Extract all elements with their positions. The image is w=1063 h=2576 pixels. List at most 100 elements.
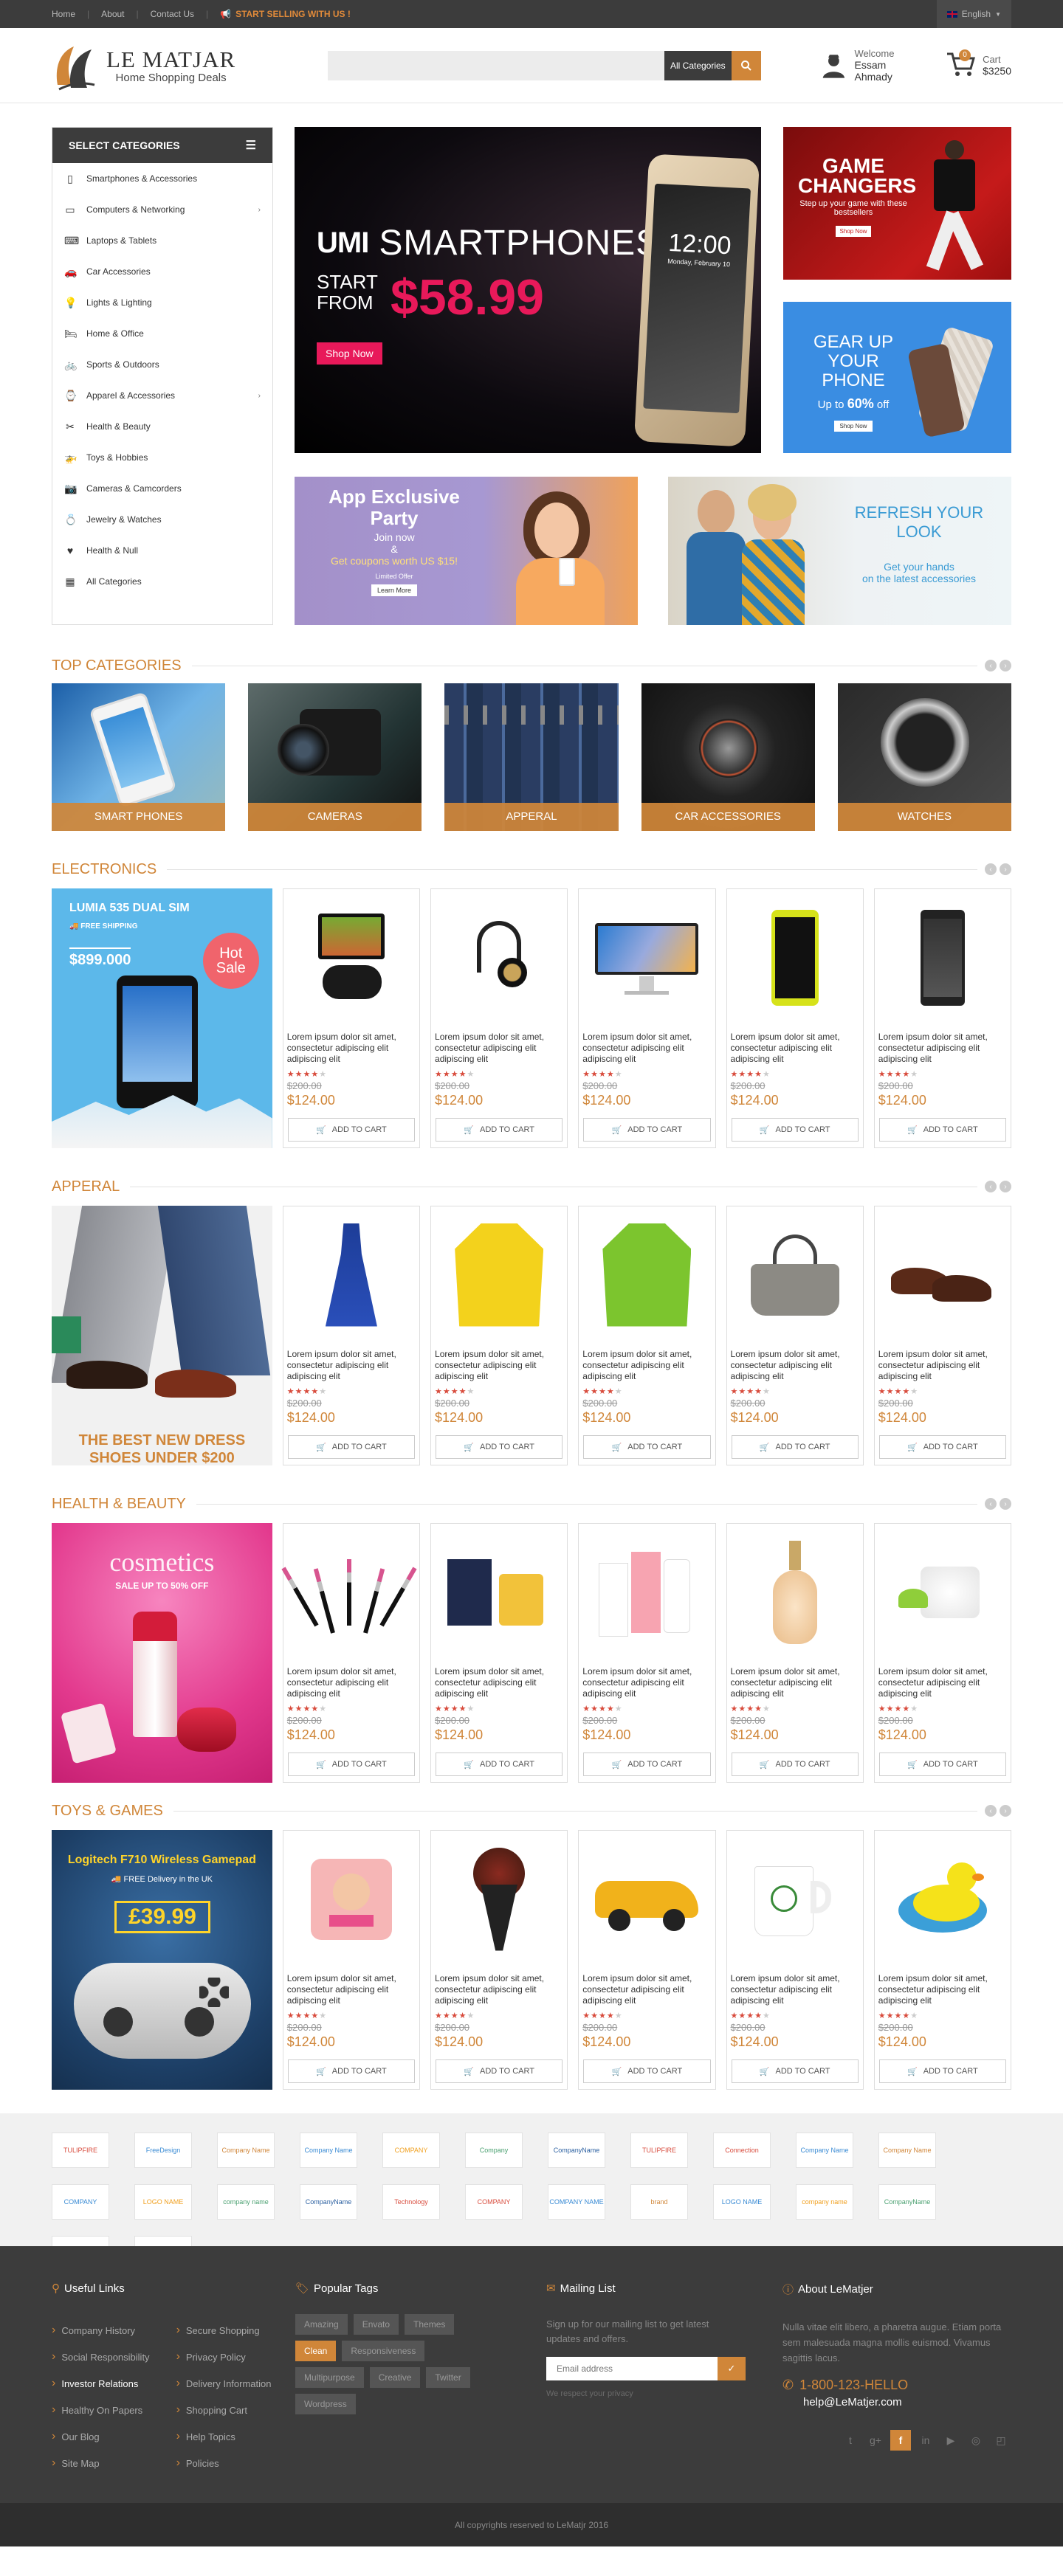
prev-arrow-icon[interactable]: ‹ (985, 863, 997, 875)
user-account[interactable]: Welcome Essam Ahmady (820, 48, 921, 83)
add-to-cart-button[interactable]: 🛒 ADD TO CART (287, 1435, 416, 1459)
product-card[interactable]: Lorem ipsum dolor sit amet, consectetur … (281, 1523, 421, 1783)
product-title[interactable]: Lorem ipsum dolor sit amet, consectetur … (727, 1973, 863, 2006)
tag-chip[interactable]: Twitter (426, 2367, 470, 2388)
tag-chip[interactable]: Wordpress (295, 2394, 356, 2414)
perfume-box-image[interactable] (431, 1524, 567, 1660)
sidebar-item[interactable]: ⌨ Laptops & Tablets (52, 225, 272, 256)
brand-logo[interactable]: CompanyName (548, 2133, 605, 2168)
add-to-cart-button[interactable]: 🛒 ADD TO CART (436, 1435, 563, 1459)
product-title[interactable]: Lorem ipsum dolor sit amet, consectetur … (431, 1973, 567, 2006)
toy-car-image[interactable] (579, 1831, 715, 1967)
mug-image[interactable] (727, 1831, 863, 1967)
product-title[interactable]: Lorem ipsum dolor sit amet, consectetur … (283, 1032, 419, 1065)
product-card[interactable]: Lorem ipsum dolor sit amet, consectetur … (726, 1830, 864, 2090)
product-title[interactable]: Lorem ipsum dolor sit amet, consectetur … (875, 1032, 1011, 1065)
pillow-image[interactable] (283, 1831, 419, 1967)
product-card[interactable]: Lorem ipsum dolor sit amet, consectetur … (726, 1206, 864, 1465)
add-to-cart-button[interactable]: 🛒 ADD TO CART (878, 2059, 1007, 2083)
product-card[interactable]: Lorem ipsum dolor sit amet, consectetur … (578, 1523, 716, 1783)
shoes-image[interactable] (875, 1206, 1011, 1343)
product-title[interactable]: Lorem ipsum dolor sit amet, consectetur … (579, 1973, 715, 2006)
sidebar-item[interactable]: 🚁 Toys & Hobbies (52, 442, 272, 473)
tag-chip[interactable]: Amazing (295, 2314, 348, 2335)
product-card[interactable]: Lorem ipsum dolor sit amet, consectetur … (873, 1206, 1012, 1465)
brand-logo[interactable]: Technology (382, 2184, 440, 2220)
brand-logo[interactable]: Company (465, 2133, 523, 2168)
add-to-cart-button[interactable]: 🛒 ADD TO CART (583, 1435, 711, 1459)
phone-yellow-image[interactable] (727, 889, 863, 1026)
start-selling-link[interactable]: 📢 START SELLING WITH US ! (220, 9, 351, 19)
top-category-apperal[interactable]: APPERAL (444, 683, 619, 831)
twitter-icon[interactable]: t (840, 2430, 861, 2451)
add-to-cart-button[interactable]: 🛒 ADD TO CART (731, 1118, 859, 1142)
promo-cosmetics[interactable]: cosmetics SALE UP TO 50% OFF (52, 1523, 272, 1783)
product-card[interactable]: Lorem ipsum dolor sit amet, consectetur … (578, 1206, 716, 1465)
footer-link[interactable]: Our Blog (52, 2423, 150, 2450)
brushes-image[interactable] (281, 1524, 419, 1660)
add-to-cart-button[interactable]: 🛒 ADD TO CART (436, 2059, 563, 2083)
shop-now-button[interactable]: Shop Now (317, 342, 382, 365)
add-to-cart-button[interactable]: 🛒 ADD TO CART (878, 1118, 1007, 1142)
product-card[interactable]: Lorem ipsum dolor sit amet, consectetur … (873, 1830, 1012, 2090)
sidebar-item[interactable]: ⌚ Apparel & Accessories › (52, 380, 272, 411)
banner-gear-up[interactable]: GEAR UP YOUR PHONE Up to 60% off Shop No… (783, 302, 1011, 453)
top-category-watches[interactable]: WATCHES (837, 683, 1012, 831)
brand-logo[interactable]: COMPANY (382, 2133, 440, 2168)
next-arrow-icon[interactable]: › (1000, 1498, 1011, 1510)
product-card[interactable]: Lorem ipsum dolor sit amet, consectetur … (726, 888, 864, 1148)
next-arrow-icon[interactable]: › (1000, 660, 1011, 671)
product-title[interactable]: Lorem ipsum dolor sit amet, consectetur … (283, 1666, 419, 1699)
footer-link[interactable]: Policies (176, 2450, 272, 2476)
sidebar-item[interactable]: 🛏 Home & Office (52, 318, 272, 349)
search-category-select[interactable]: All Categories (664, 50, 732, 80)
sidebar-item[interactable]: ✂ Health & Beauty (52, 411, 272, 442)
product-title[interactable]: Lorem ipsum dolor sit amet, consectetur … (431, 1666, 567, 1699)
prev-arrow-icon[interactable]: ‹ (985, 1498, 997, 1510)
add-to-cart-button[interactable]: 🛒 ADD TO CART (731, 1753, 859, 1776)
footer-link[interactable]: Social Responsibility (52, 2344, 149, 2370)
brand-logo[interactable]: CompanyName (878, 2184, 936, 2220)
prev-arrow-icon[interactable]: ‹ (985, 660, 997, 671)
footer-link[interactable]: Investor Relations (52, 2370, 150, 2397)
add-to-cart-button[interactable]: 🛒 ADD TO CART (583, 1118, 711, 1142)
sidebar-item[interactable]: ▯ Smartphones & Accessories (52, 163, 272, 194)
dress-image[interactable] (283, 1206, 419, 1343)
youtube-icon[interactable]: ▶ (940, 2430, 961, 2451)
banner-refresh-look[interactable]: REFRESH YOUR LOOK Get your hands on the … (668, 477, 1011, 625)
next-arrow-icon[interactable]: › (1000, 1805, 1011, 1817)
product-card[interactable]: Lorem ipsum dolor sit amet, consectetur … (430, 1523, 568, 1783)
brand-logo[interactable]: COMPANY NAME (548, 2184, 605, 2220)
top-category-car-accessories[interactable]: CAR ACCESSORIES (641, 683, 815, 831)
language-selector[interactable]: English ▼ (936, 0, 1011, 28)
brand-logo[interactable]: LOGO NAME (134, 2184, 192, 2220)
footer-link[interactable]: Shopping Cart (176, 2397, 272, 2423)
brand-logo[interactable]: COMPANY (52, 2184, 109, 2220)
cream-image[interactable] (875, 1524, 1011, 1660)
next-arrow-icon[interactable]: › (1000, 1181, 1011, 1192)
brand-logo[interactable]: brand (630, 2184, 688, 2220)
footer-link[interactable]: Privacy Policy (176, 2344, 272, 2370)
product-title[interactable]: Lorem ipsum dolor sit amet, consectetur … (579, 1349, 715, 1382)
tag-chip[interactable]: Responsiveness (342, 2341, 425, 2361)
product-title[interactable]: Lorem ipsum dolor sit amet, consectetur … (431, 1349, 567, 1382)
sidebar-item[interactable]: ♥ Health & Null (52, 535, 272, 566)
home-link[interactable]: Home (52, 9, 75, 19)
contact-link[interactable]: Contact Us (151, 9, 194, 19)
jacket-green-image[interactable] (579, 1206, 715, 1343)
game-shop-now-button[interactable]: Shop Now (835, 226, 872, 237)
product-card[interactable]: Lorem ipsum dolor sit amet, consectetur … (578, 1830, 716, 2090)
product-title[interactable]: Lorem ipsum dolor sit amet, consectetur … (875, 1349, 1011, 1382)
add-to-cart-button[interactable]: 🛒 ADD TO CART (287, 1118, 416, 1142)
sidebar-item[interactable]: 🚲 Sports & Outdoors (52, 349, 272, 380)
product-title[interactable]: Lorem ipsum dolor sit amet, consectetur … (431, 1032, 567, 1065)
learn-more-button[interactable]: Learn More (371, 584, 418, 596)
add-to-cart-button[interactable]: 🛒 ADD TO CART (731, 1435, 859, 1459)
bouquet-image[interactable] (431, 1831, 567, 1967)
brand-logo[interactable]: Company Name (878, 2133, 936, 2168)
footer-link[interactable]: Help Topics (176, 2423, 272, 2450)
gear-shop-now-button[interactable]: Shop Now (833, 421, 873, 432)
footer-link[interactable]: Healthy On Papers (52, 2397, 150, 2423)
brand-logo[interactable]: COMPANY (465, 2184, 523, 2220)
product-title[interactable]: Lorem ipsum dolor sit amet, consectetur … (875, 1666, 1011, 1699)
